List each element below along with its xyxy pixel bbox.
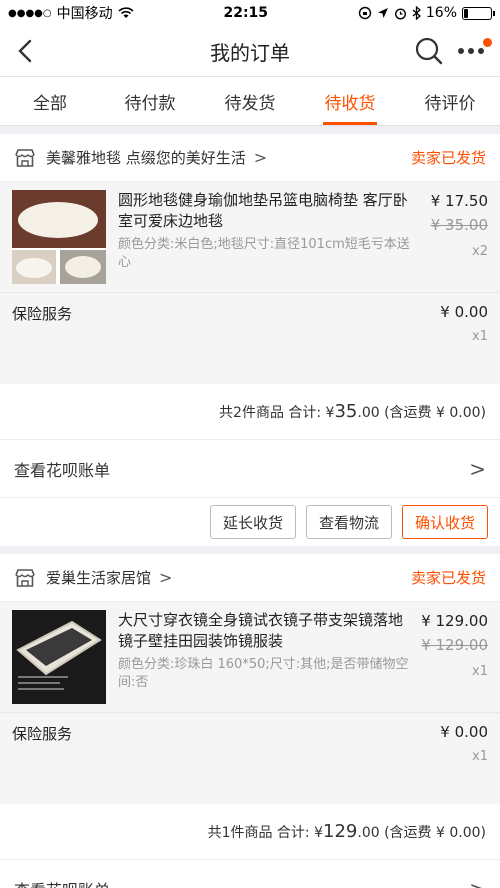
insurance-label: 保险服务 bbox=[12, 305, 73, 323]
order-total: 共2件商品 合计: ¥ 35 .00 (含运费 ¥ 0.00) bbox=[0, 384, 500, 440]
product-thumbnail bbox=[12, 190, 106, 284]
battery-percent: 16% bbox=[425, 5, 457, 21]
shop-header[interactable]: 美馨雅地毯 点缀您的美好生活 > 卖家已发货 bbox=[0, 134, 500, 182]
shop-name: 爱巢生活家居馆 bbox=[46, 569, 152, 587]
shop-header[interactable]: 爱巢生活家居馆 > 卖家已发货 bbox=[0, 554, 500, 602]
back-button[interactable] bbox=[10, 34, 44, 68]
order-card: 爱巢生活家居馆 > 卖家已发货 大尺寸穿衣镜全身镜试衣镜子带支架镜落地镜子壁挂田… bbox=[0, 554, 500, 888]
status-bar: ●●●●○ 中国移动 22:15 16% bbox=[0, 0, 500, 26]
product-original-price: ¥ 129.00 bbox=[421, 636, 488, 654]
tab-pending-review[interactable]: 待评价 bbox=[400, 77, 500, 125]
shop-icon bbox=[15, 568, 35, 587]
more-button[interactable] bbox=[456, 38, 492, 64]
tab-all[interactable]: 全部 bbox=[0, 77, 100, 125]
wifi-icon bbox=[118, 7, 134, 18]
product-title: 圆形地毯健身瑜伽地垫吊篮电脑椅垫 客厅卧室可爱床边地毯 bbox=[118, 191, 408, 230]
rotation-lock-icon bbox=[358, 6, 372, 20]
shop-name: 美馨雅地毯 点缀您的美好生活 bbox=[46, 149, 246, 167]
chevron-right-icon: > bbox=[159, 568, 173, 587]
order-actions: 延长收货 查看物流 确认收货 bbox=[0, 498, 500, 546]
tab-pending-receipt[interactable]: 待收货 bbox=[300, 77, 400, 125]
chevron-right-icon: > bbox=[253, 148, 268, 167]
search-icon[interactable] bbox=[414, 36, 444, 66]
total-amount: 35 bbox=[334, 401, 358, 422]
shop-icon bbox=[15, 148, 35, 167]
carrier-label: 中国移动 bbox=[56, 6, 113, 22]
total-amount: 129 bbox=[323, 821, 358, 842]
view-logistics-button[interactable]: 查看物流 bbox=[305, 505, 392, 539]
insurance-quantity: x1 bbox=[472, 749, 488, 764]
huabei-label: 查看花呗账单 bbox=[14, 877, 110, 888]
order-item[interactable]: 大尺寸穿衣镜全身镜试衣镜子带支架镜落地镜子壁挂田园装饰镜服装 颜色分类:珍珠白 … bbox=[0, 602, 500, 712]
tab-pending-shipment[interactable]: 待发货 bbox=[200, 77, 300, 125]
more-icon bbox=[458, 48, 484, 54]
order-status: 卖家已发货 bbox=[410, 569, 486, 587]
order-item[interactable]: 圆形地毯健身瑜伽地垫吊篮电脑椅垫 客厅卧室可爱床边地毯 颜色分类:米白色;地毯尺… bbox=[0, 182, 500, 292]
bluetooth-icon bbox=[412, 6, 421, 20]
insurance-price: ¥ 0.00 bbox=[440, 303, 488, 321]
total-prefix: 共1件商品 合计: ¥ bbox=[207, 824, 324, 841]
notification-dot bbox=[483, 38, 492, 47]
insurance-quantity: x1 bbox=[472, 329, 488, 344]
alarm-icon bbox=[394, 7, 406, 20]
total-prefix: 共2件商品 合计: ¥ bbox=[219, 404, 335, 421]
product-sku: 颜色分类:珍珠白 160*50;尺寸:其他;是否带储物空间:否 bbox=[118, 657, 409, 690]
product-original-price: ¥ 35.00 bbox=[430, 216, 488, 234]
huabei-label: 查看花呗账单 bbox=[14, 460, 111, 480]
product-title: 大尺寸穿衣镜全身镜试衣镜子带支架镜落地镜子壁挂田园装饰镜服装 bbox=[118, 611, 404, 650]
total-suffix: .00 (含运费 ¥ 0.00) bbox=[357, 824, 486, 841]
chevron-right-icon: > bbox=[469, 877, 486, 888]
page-title: 我的订单 bbox=[210, 40, 290, 65]
product-price: ¥ 17.50 bbox=[430, 192, 488, 210]
confirm-receipt-button[interactable]: 确认收货 bbox=[401, 505, 488, 539]
insurance-price: ¥ 0.00 bbox=[440, 723, 488, 741]
insurance-row: 保险服务 ¥ 0.00 x1 bbox=[0, 712, 500, 804]
total-suffix: .00 (含运费 ¥ 0.00) bbox=[357, 404, 486, 421]
insurance-row: 保险服务 ¥ 0.00 x1 bbox=[0, 292, 500, 384]
order-status: 卖家已发货 bbox=[410, 149, 486, 167]
nav-bar: 我的订单 bbox=[0, 26, 500, 76]
signal-icon: ●●●●○ bbox=[8, 7, 52, 19]
order-card: 美馨雅地毯 点缀您的美好生活 > 卖家已发货 圆形地毯健身瑜伽地垫吊篮电脑椅垫 … bbox=[0, 134, 500, 546]
battery-icon bbox=[462, 6, 495, 20]
product-price: ¥ 129.00 bbox=[421, 612, 488, 630]
extend-receipt-button[interactable]: 延长收货 bbox=[209, 505, 296, 539]
order-total: 共1件商品 合计: ¥ 129 .00 (含运费 ¥ 0.00) bbox=[0, 804, 500, 860]
order-tabs: 全部 待付款 待发货 待收货 待评价 bbox=[0, 76, 500, 126]
product-quantity: x2 bbox=[472, 244, 488, 259]
huabei-bill-link[interactable]: 查看花呗账单 > bbox=[0, 860, 500, 888]
clock: 22:15 bbox=[223, 5, 269, 21]
product-quantity: x1 bbox=[472, 664, 488, 679]
tab-pending-payment[interactable]: 待付款 bbox=[100, 77, 200, 125]
location-icon bbox=[377, 8, 388, 18]
product-sku: 颜色分类:米白色;地毯尺寸:直径101cm短毛亏本送心 bbox=[118, 237, 410, 270]
insurance-label: 保险服务 bbox=[12, 725, 73, 743]
chevron-right-icon: > bbox=[469, 456, 486, 481]
huabei-bill-link[interactable]: 查看花呗账单 > bbox=[0, 440, 500, 498]
product-thumbnail bbox=[12, 610, 106, 704]
